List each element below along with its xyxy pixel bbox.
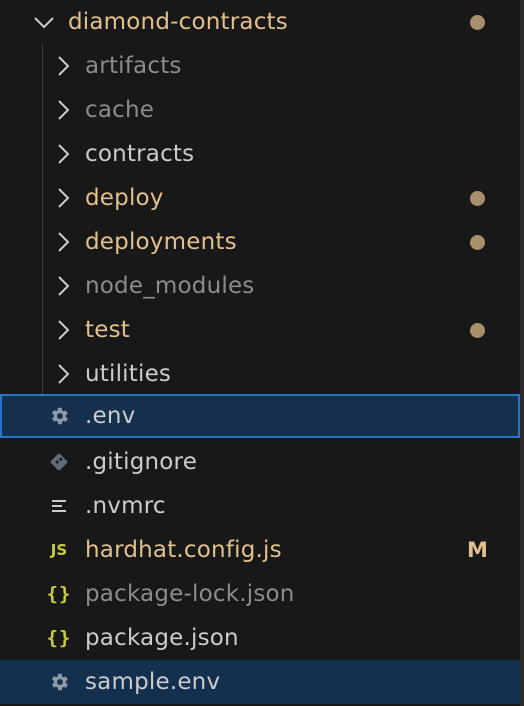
file-label: .env [85, 403, 136, 429]
chevron-down-icon [33, 0, 55, 44]
folder-label: cache [85, 97, 155, 123]
modified-dot-icon [470, 191, 485, 206]
folder-label: deploy [85, 185, 164, 211]
git-modified-badge: M [467, 538, 488, 562]
modified-dot-icon [470, 15, 485, 30]
scrollbar[interactable] [520, 0, 524, 706]
chevron-right-icon [52, 176, 74, 220]
tree-file-nvmrc[interactable]: .nvmrc [0, 484, 520, 528]
tree-folder-artifacts[interactable]: artifacts [0, 44, 520, 88]
chevron-right-icon [52, 220, 74, 264]
lines-icon [46, 484, 72, 528]
json-icon: {} [46, 583, 72, 605]
folder-label: diamond-contracts [68, 9, 288, 35]
chevron-right-icon [52, 352, 74, 396]
file-label: hardhat.config.js [85, 537, 282, 563]
chevron-right-icon [52, 132, 74, 176]
tree-file-hardhat-config[interactable]: JS hardhat.config.js M [0, 528, 520, 572]
tree-file-package-lock[interactable]: {} package-lock.json [0, 572, 520, 616]
folder-label: test [85, 317, 130, 343]
folder-label: node_modules [85, 273, 255, 299]
js-icon: JS [50, 541, 68, 559]
json-icon: {} [46, 627, 72, 649]
modified-dot-icon [470, 323, 485, 338]
tree-folder-utilities[interactable]: utilities [0, 352, 520, 396]
tree-folder-contracts[interactable]: contracts [0, 132, 520, 176]
file-explorer-tree: diamond-contracts artifacts cache contra… [0, 0, 520, 706]
folder-label: contracts [85, 141, 195, 167]
file-label: package.json [85, 625, 239, 651]
gear-icon [46, 660, 72, 704]
chevron-right-icon [52, 88, 74, 132]
tree-folder-deployments[interactable]: deployments [0, 220, 520, 264]
tree-folder-deploy[interactable]: deploy [0, 176, 520, 220]
file-label: .nvmrc [85, 493, 166, 519]
tree-folder-cache[interactable]: cache [0, 88, 520, 132]
chevron-right-icon [52, 308, 74, 352]
tree-file-env[interactable]: .env [0, 394, 520, 438]
file-label: package-lock.json [85, 581, 295, 607]
file-label: sample.env [85, 669, 221, 695]
folder-label: utilities [85, 361, 172, 387]
gear-icon [46, 394, 72, 438]
tree-folder-test[interactable]: test [0, 308, 520, 352]
tree-file-package-json[interactable]: {} package.json [0, 616, 520, 660]
tree-file-sample-env[interactable]: sample.env [0, 660, 520, 704]
tree-file-gitignore[interactable]: .gitignore [0, 440, 520, 484]
folder-label: artifacts [85, 53, 182, 79]
tree-folder-node-modules[interactable]: node_modules [0, 264, 520, 308]
folder-label: deployments [85, 229, 237, 255]
file-label: .gitignore [85, 449, 198, 475]
chevron-right-icon [52, 44, 74, 88]
chevron-right-icon [52, 264, 74, 308]
tree-root-folder[interactable]: diamond-contracts [0, 0, 520, 44]
modified-dot-icon [470, 235, 485, 250]
git-icon [46, 440, 72, 484]
